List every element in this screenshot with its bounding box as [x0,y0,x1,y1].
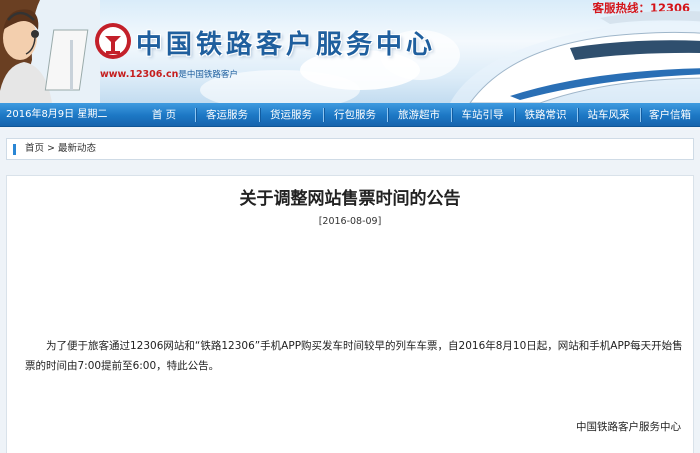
nav-item-railway-knowledge[interactable]: 铁路常识 [514,103,577,127]
nav-item-station-guide[interactable]: 车站引导 [451,103,514,127]
nav-item-customer-mailbox[interactable]: 客户信箱 [640,103,700,127]
article-signature: 中国铁路客户服务中心 [576,421,681,433]
main-nav: 2016年8月9日 星期二 首 页 客运服务 货运服务 行包服务 旅游超市 车站… [0,103,700,127]
nav-item-travel-market[interactable]: 旅游超市 [387,103,451,127]
high-speed-train-icon [450,10,700,103]
breadcrumb: 首页 > 最新动态 [6,138,694,160]
site-url-text[interactable]: www.12306.cn [100,69,178,80]
nav-item-freight-service[interactable]: 货运服务 [259,103,323,127]
breadcrumb-home-link[interactable]: 首页 [25,143,44,154]
customer-service-agent-icon [0,0,100,103]
nav-items: 首 页 客运服务 货运服务 行包服务 旅游超市 车站引导 铁路常识 站车风采 客… [133,103,700,127]
breadcrumb-current: 最新动态 [58,143,97,154]
breadcrumb-marker [13,144,16,155]
nav-date: 2016年8月9日 星期二 [6,109,108,120]
railway-logo-icon [95,23,131,59]
nav-item-home[interactable]: 首 页 [133,103,195,127]
nav-item-baggage-service[interactable]: 行包服务 [323,103,387,127]
site-title: 中国铁路客户服务中心 [136,30,437,60]
breadcrumb-separator: > [44,143,59,154]
article-date: [2016-08-09] [318,216,382,227]
breadcrumb-trail: 首页 > 最新动态 [25,139,96,159]
article-title: 关于调整网站售票时间的公告 [239,189,461,209]
site-url[interactable]: www.12306.cn是中国铁路客户 [100,68,238,80]
site-url-suffix: 是中国铁路客户 [178,70,238,80]
article-body: 为了便于旅客通过12306网站和“铁路12306”手机APP购买发车时间较早的列… [25,340,683,372]
nav-item-passenger-service[interactable]: 客运服务 [195,103,259,127]
announcement-article: 关于调整网站售票时间的公告 [2016-08-09] 为了便于旅客通过12306… [6,175,694,453]
nav-item-station-showcase[interactable]: 站车风采 [577,103,640,127]
site-banner: 中国铁路客户服务中心 www.12306.cn是中国铁路客户 客服热线：1230… [0,0,700,103]
